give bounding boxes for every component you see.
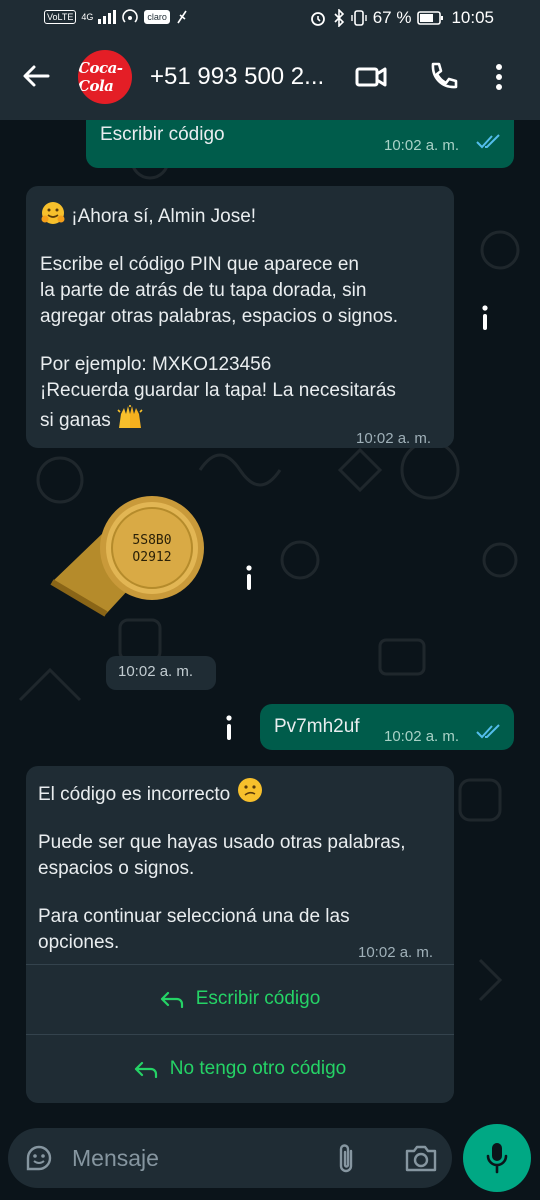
message-line-with-emoji: si ganas (40, 404, 398, 434)
message-line: El código es incorrecto (38, 784, 231, 805)
message-greeting-row: ¡Ahora sí, Almin Jose! (40, 200, 256, 230)
received-message[interactable]: ¡Ahora sí, Almin Jose! Escribe el código… (26, 186, 454, 448)
sticker-time-chip: 10:02 a. m. (106, 656, 216, 690)
contact-name[interactable]: +51 993 500 2... (150, 63, 335, 91)
avatar-logo-text: Coca-Cola (78, 59, 123, 95)
video-call-icon[interactable] (354, 60, 388, 94)
message-line: ¡Recuerda guardar la tapa! La necesitará… (40, 380, 396, 401)
reply-button-label: No tengo otro código (169, 1058, 347, 1079)
voice-call-icon[interactable] (426, 60, 460, 94)
sent-message[interactable]: Escribir código 10:02 a. m. (86, 120, 514, 168)
notification-icon (177, 10, 187, 24)
message-line: la parte de atrás de tu tapa dorada, sin (40, 280, 367, 301)
message-time: 10:02 a. m. (356, 430, 432, 447)
cap-code-line1: 5S8B0 (132, 533, 171, 548)
microphone-icon (486, 1143, 508, 1174)
status-left: VoLTE 4G claro (44, 9, 189, 25)
reply-arrow-icon (160, 991, 183, 1008)
message-time: 10:02 a. m. (358, 944, 434, 961)
reply-button-no-code[interactable]: No tengo otro código (26, 1034, 454, 1103)
message-line: si ganas (40, 410, 111, 431)
signal-icon (98, 10, 117, 24)
hotspot-icon (122, 9, 139, 23)
reply-button-label: Escribir código (195, 988, 321, 1009)
chat-area[interactable]: Escribir código 10:02 a. m. ¡Ahora sí, A… (0, 120, 540, 1125)
carrier-badge: claro (144, 10, 170, 24)
confused-face-icon (237, 778, 262, 802)
greeting-text: ¡Ahora sí, Almin Jose! (71, 206, 257, 227)
message-text: Pv7mh2uf (274, 716, 360, 737)
golden-cap-sticker[interactable]: 5S8B0 O2912 (44, 492, 206, 622)
back-arrow-icon[interactable] (20, 60, 52, 92)
read-ticks-icon (476, 134, 500, 149)
message-line: Puede ser que hayas usado otras palabras… (38, 832, 406, 853)
clock: 10:05 (451, 8, 494, 27)
sticker-time: 10:02 a. m. (118, 663, 194, 680)
contact-avatar[interactable]: Coca-Cola (78, 50, 132, 104)
message-line: agregar otras palabras, espacios o signo… (40, 306, 399, 327)
status-bar: VoLTE 4G claro 67 % 10:05 (0, 0, 540, 36)
reply-arrow-icon (134, 1061, 157, 1078)
message-composer[interactable]: Mensaje (8, 1128, 452, 1188)
chat-header: Coca-Cola +51 993 500 2... (0, 36, 540, 120)
more-options-icon[interactable] (491, 60, 507, 94)
hugging-face-icon (41, 202, 65, 224)
message-text: Escribir código (100, 124, 225, 145)
status-right: 67 % 10:05 (309, 8, 494, 28)
battery-icon (417, 11, 444, 25)
camera-icon[interactable] (404, 1142, 438, 1174)
message-input[interactable]: Mensaje (72, 1145, 159, 1172)
attach-icon[interactable] (336, 1142, 358, 1174)
reply-button-write-code[interactable]: Escribir código (26, 964, 454, 1033)
vibrate-icon (351, 10, 367, 26)
message-options-icon[interactable] (480, 304, 490, 332)
battery-percent: 67 % (372, 8, 412, 27)
message-line-with-emoji: El código es incorrecto (38, 776, 406, 808)
sent-code-message[interactable]: Pv7mh2uf 10:02 a. m. (260, 704, 514, 750)
message-body: El código es incorrecto Puede ser que ha… (38, 776, 406, 956)
message-line: opciones. (38, 932, 120, 953)
bluetooth-icon (334, 9, 344, 27)
alarm-icon (310, 12, 325, 26)
read-ticks-icon (476, 724, 500, 739)
sent-options-icon[interactable] (224, 714, 234, 742)
message-line: Por ejemplo: MXKO123456 (40, 354, 272, 375)
message-line: Escribe el código PIN que aparece en (40, 254, 359, 275)
network-type: 4G (81, 12, 94, 22)
emoji-sticker-icon[interactable] (24, 1143, 54, 1173)
message-line: Para continuar seleccioná una de las (38, 906, 350, 927)
sticker-options-icon[interactable] (244, 564, 254, 592)
message-line: espacios o signos. (38, 858, 195, 879)
message-body: Escribe el código PIN que aparece en la … (40, 252, 398, 434)
voice-record-button[interactable] (463, 1124, 531, 1192)
message-time: 10:02 a. m. (384, 728, 460, 745)
volte-indicator: VoLTE (44, 10, 77, 24)
raising-hands-icon (117, 405, 143, 428)
cap-code-line2: O2912 (132, 550, 171, 565)
message-time: 10:02 a. m. (384, 137, 460, 154)
